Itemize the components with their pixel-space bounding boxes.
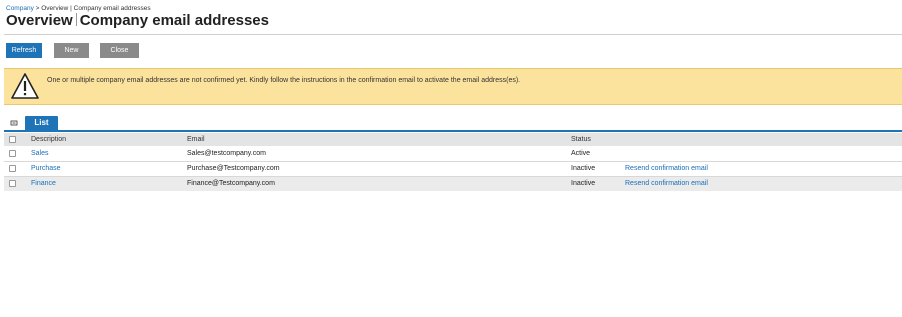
- page-title: Overview Company email addresses: [6, 12, 269, 29]
- refresh-button[interactable]: Refresh: [6, 43, 42, 58]
- status-cell: Inactive: [571, 161, 625, 177]
- email-cell: Sales@testcompany.com: [187, 146, 571, 162]
- row-checkbox[interactable]: [9, 149, 16, 157]
- email-cell: Finance@Testcompany.com: [187, 176, 571, 191]
- table-row: Purchase Purchase@Testcompany.com Inacti…: [4, 161, 902, 177]
- warning-banner: One or multiple company email addresses …: [4, 68, 902, 105]
- email-cell: Purchase@Testcompany.com: [187, 161, 571, 177]
- table-row: Finance Finance@Testcompany.com Inactive…: [4, 176, 902, 191]
- close-button[interactable]: Close: [100, 43, 139, 58]
- row-select-cell: [4, 146, 26, 162]
- row-checkbox[interactable]: [9, 164, 16, 172]
- description-link[interactable]: Finance: [31, 180, 56, 187]
- column-header-email[interactable]: Email: [187, 133, 571, 146]
- tab-list[interactable]: List: [25, 116, 58, 130]
- breadcrumb-trail: Overview | Company email addresses: [41, 5, 151, 12]
- table-header-row: Description Email Status: [4, 133, 902, 146]
- resend-confirmation-link[interactable]: Resend confirmation email: [625, 180, 708, 187]
- row-select-cell: [4, 161, 26, 177]
- description-link[interactable]: Purchase: [31, 165, 61, 172]
- title-divider: [75, 13, 77, 26]
- email-address-table: Description Email Status Sales Sales@tes…: [4, 133, 902, 191]
- description-link[interactable]: Sales: [31, 150, 49, 157]
- table-row: Sales Sales@testcompany.com Active: [4, 146, 902, 162]
- breadcrumb-separator: >: [35, 5, 40, 12]
- column-header-status[interactable]: Status: [571, 133, 625, 146]
- warning-message: One or multiple company email addresses …: [47, 77, 521, 84]
- resend-confirmation-link[interactable]: Resend confirmation email: [625, 165, 708, 172]
- breadcrumb-company-link[interactable]: Company: [6, 5, 34, 12]
- warning-icon: [11, 73, 39, 99]
- status-cell: Inactive: [571, 176, 625, 191]
- column-header-description[interactable]: Description: [26, 133, 187, 146]
- select-all-cell: [4, 133, 26, 146]
- column-header-action: [625, 133, 902, 146]
- select-all-checkbox[interactable]: [9, 135, 16, 143]
- row-checkbox[interactable]: [9, 180, 16, 188]
- title-divider-line: [4, 34, 902, 35]
- status-cell: Active: [571, 146, 625, 162]
- collapse-toggle-icon[interactable]: [10, 119, 18, 127]
- page-title-section: Company email addresses: [79, 12, 269, 29]
- page-title-overview: Overview: [6, 12, 73, 29]
- row-select-cell: [4, 176, 26, 191]
- breadcrumb: Company > Overview | Company email addre…: [6, 5, 151, 12]
- new-button[interactable]: New: [54, 43, 89, 58]
- tab-bar: List: [4, 116, 902, 132]
